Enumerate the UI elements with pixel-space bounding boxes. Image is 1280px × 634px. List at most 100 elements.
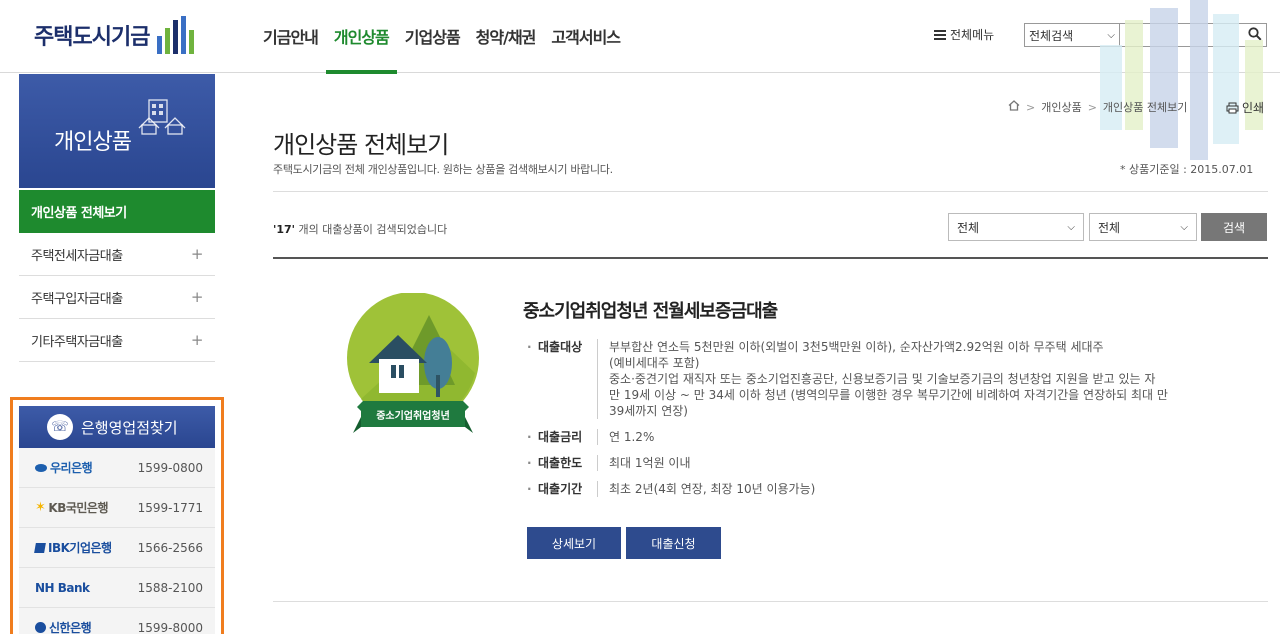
bank-row-shinhan[interactable]: 신한은행 1599-8000 [19,608,215,634]
sidebar-item-all-personal[interactable]: 개인상품 전체보기 [19,190,215,233]
bank-finder-title: 은행영업점찾기 [81,418,178,437]
printer-icon [1226,102,1239,113]
info-label: 대출기간 [527,481,597,497]
woori-bank-logo: 우리은행 [35,459,93,476]
bank-phone: 1588-2100 [137,580,203,595]
site-logo[interactable]: 주택도시기금 [34,16,195,54]
nav-corporate-products[interactable]: 기업상품 [397,0,468,73]
woori-logo-icon [35,463,47,472]
info-row-target: 대출대상 부부합산 연소득 5천만원 이하(외벌이 3천5백만원 이하), 순자… [527,339,1247,419]
bank-finder-panel: ☏ 은행영업점찾기 우리은행 1599-0800 ✶ KB국민은행 1599-1… [10,397,224,634]
chevron-down-icon: ⌵ [1067,221,1075,233]
chevron-down-icon: ⌵ [1107,29,1115,41]
info-label: 대출금리 [527,429,597,445]
info-line: 최초 2년(4회 연장, 최장 10년 이용가능) [609,482,816,496]
plus-icon: + [190,331,204,349]
info-line: 연 1.2% [609,430,655,444]
result-count: '17' 개의 대출상품이 검색되었습니다 [273,221,447,237]
print-button[interactable]: 인쇄 [1226,99,1264,116]
main-nav: 기금안내 개인상품 기업상품 청약/채권 고객서비스 [255,0,628,74]
sidebar-item-label: 기타주택자금대출 [31,334,123,350]
bank-row-nh[interactable]: NH Bank 1588-2100 [19,568,215,608]
shinhan-logo-icon [35,622,46,633]
bank-phone: 1566-2566 [137,540,203,555]
bank-name: IBK기업은행 [48,541,112,555]
info-row-rate: 대출금리 연 1.2% [527,429,1247,445]
info-line: 만 19세 이상 ~ 만 34세 이하 청년 (병역의무를 이행한 경우 복무기… [609,388,1168,402]
page-title: 개인상품 전체보기 [273,131,449,159]
divider-strong [273,257,1268,259]
info-value: 최초 2년(4회 연장, 최장 10년 이용가능) [597,481,1247,497]
building-icon [138,99,186,135]
info-value: 부부합산 연소득 5천만원 이하(외벌이 3천5백만원 이하), 순자산가액2.… [597,339,1247,419]
nav-subscription-bonds[interactable]: 청약/채권 [468,0,544,73]
info-label: 대출대상 [527,339,597,419]
sidebar-item-label: 개인상품 전체보기 [31,206,127,221]
product-badge-text: 중소기업취업청년 [376,409,450,422]
detail-button[interactable]: 상세보기 [527,527,621,559]
all-menu-button[interactable]: 전체메뉴 [934,26,994,43]
breadcrumb: > 개인상품 > 개인상품 전체보기 [1008,99,1187,115]
bank-name: NH Bank [35,580,90,595]
nav-customer-service[interactable]: 고객서비스 [543,0,628,73]
bank-finder-header: ☏ 은행영업점찾기 [19,406,215,448]
ibk-bank-logo: IBK기업은행 [34,539,112,556]
info-line: (예비세대주 포함) [609,356,700,370]
bank-name: 우리은행 [50,461,93,475]
bank-name: KB국민은행 [48,501,109,515]
info-row-limit: 대출한도 최대 1억원 이내 [527,455,1247,471]
product-base-date: * 상품기준일 : 2015.07.01 [1120,163,1254,176]
sidebar-title-panel: 개인상품 [19,74,215,188]
plus-icon: + [190,288,204,306]
sidebar-item-purchase-loan[interactable]: 주택구입자금대출 + [19,276,215,319]
search-scope-select[interactable]: 전체검색 ⌵ [1024,23,1120,47]
info-value: 연 1.2% [597,429,1247,445]
bank-row-woori[interactable]: 우리은행 1599-0800 [19,448,215,488]
hamburger-icon [934,29,946,40]
filter-select-1[interactable]: 전체 ⌵ [948,213,1084,241]
bank-row-ibk[interactable]: IBK기업은행 1566-2566 [19,528,215,568]
bank-phone: 1599-0800 [137,460,203,475]
breadcrumb-item[interactable]: 개인상품 [1041,99,1081,115]
sidebar-item-label: 주택전세자금대출 [31,248,123,264]
chevron-down-icon: ⌵ [1180,221,1188,233]
filter-select-2-value: 전체 [1098,220,1121,235]
search-input[interactable] [1120,23,1267,47]
young-worker-house-image[interactable]: 중소기업취업청년 [343,293,483,443]
print-label: 인쇄 [1242,101,1265,115]
sidebar-item-label: 주택구입자금대출 [31,291,123,307]
nav-personal-products[interactable]: 개인상품 [325,0,397,74]
info-value: 최대 1억원 이내 [597,455,1247,471]
apply-loan-button[interactable]: 대출신청 [626,527,721,559]
divider [273,601,1268,602]
nav-fund-info[interactable]: 기금안내 [255,0,326,73]
logo-mark-icon [157,16,195,54]
sidebar-item-jeonse-loan[interactable]: 주택전세자금대출 + [19,233,215,276]
breadcrumb-item-current: 개인상품 전체보기 [1102,101,1188,114]
search-icon[interactable] [1248,27,1262,45]
info-label: 대출한도 [527,455,597,471]
bank-row-kb[interactable]: ✶ KB국민은행 1599-1771 [19,488,215,528]
sidebar-menu: 개인상품 전체보기 주택전세자금대출 + 주택구입자금대출 + 기타주택자금대출… [19,190,215,362]
info-row-period: 대출기간 최초 2년(4회 연장, 최장 10년 이용가능) [527,481,1247,497]
ibk-logo-icon [34,542,46,553]
logo-text: 주택도시기금 [34,25,150,50]
bank-phone: 1599-1771 [137,500,203,515]
product-info-list: 대출대상 부부합산 연소득 5천만원 이하(외벌이 3천5백만원 이하), 순자… [527,339,1247,507]
result-count-number: '17' [273,223,296,236]
result-count-suffix: 개의 대출상품이 검색되었습니다 [295,223,448,236]
info-line: 중소·중견기업 재직자 또는 중소기업진흥공단, 신용보증기금 및 기술보증기금… [609,372,1156,386]
search-scope-value: 전체검색 [1029,28,1074,43]
home-icon[interactable] [1008,100,1020,114]
chevron-right-icon: > [1026,100,1036,114]
filter-select-2[interactable]: 전체 ⌵ [1089,213,1197,241]
header: 주택도시기금 기금안내 개인상품 기업상품 청약/채권 고객서비스 전체메뉴 전… [0,0,1280,74]
search-button[interactable]: 검색 [1201,213,1267,241]
sidebar-item-other-loan[interactable]: 기타주택자금대출 + [19,319,215,362]
bank-phone: 1599-8000 [137,620,203,634]
info-line: 39세까지 연장) [609,404,688,418]
kb-bank-logo: ✶ KB국민은행 [35,499,109,516]
product-title[interactable]: 중소기업취업청년 전월세보증금대출 [523,297,778,323]
filter-select-1-value: 전체 [957,220,980,235]
phone-icon: ☏ [47,414,73,440]
